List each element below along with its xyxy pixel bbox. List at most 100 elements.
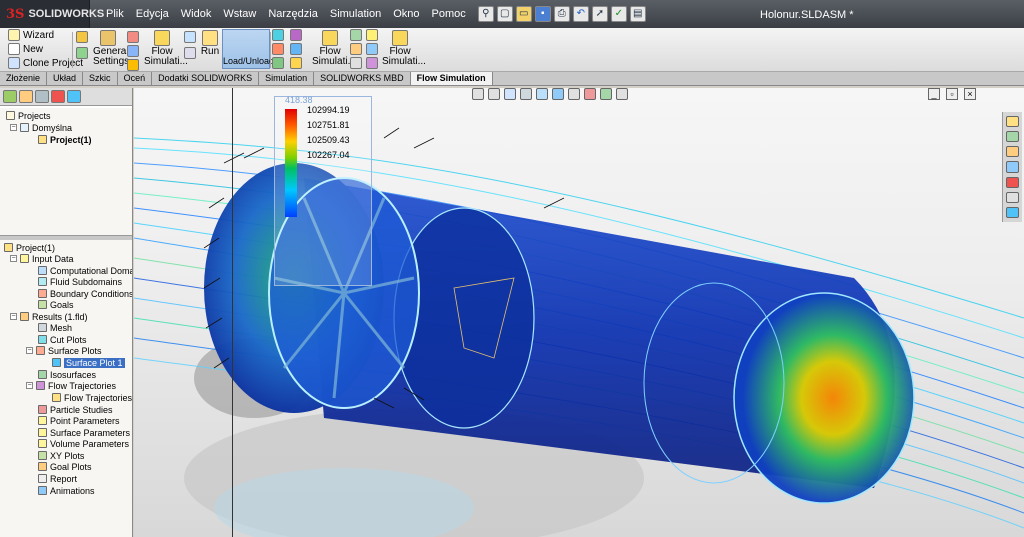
collapse-icon[interactable]: − [26, 347, 33, 354]
menu-help[interactable]: Pomoc [426, 8, 472, 20]
design-library-icon[interactable] [1006, 131, 1019, 143]
tab-sketch[interactable]: Szkic [83, 72, 118, 85]
goal-small-icon[interactable] [127, 59, 139, 71]
flow-simulation-tools-dropdown[interactable]: Flow Simulati... [382, 30, 426, 67]
projects-root[interactable]: Projects [6, 110, 51, 121]
load-unload-button[interactable]: Load/Unload [222, 29, 274, 69]
run-button[interactable]: Run [200, 30, 220, 57]
scene-icon[interactable] [600, 88, 612, 100]
tree-surface-plot-1[interactable]: Surface Plot 1 [52, 357, 125, 368]
menu-window[interactable]: Okno [387, 8, 425, 20]
solidworks-logo[interactable]: 3S SOLIDWORKS [0, 0, 104, 28]
graphics-viewport[interactable]: 418.38 102994.19 102751.81 102509.43 102… [134, 88, 1024, 537]
tree-report[interactable]: Report [38, 473, 77, 484]
animation-icon[interactable] [366, 43, 378, 55]
display-icon[interactable] [366, 57, 378, 69]
hide-show-icon[interactable] [568, 88, 580, 100]
tree-isosurfaces[interactable]: Isosurfaces [38, 369, 96, 380]
pin-icon[interactable]: ⚲ [477, 6, 494, 22]
tree-flow-trajectories[interactable]: − Flow Trajectories [26, 380, 116, 391]
property-manager-icon[interactable] [19, 90, 33, 103]
flow-simulation-results-dropdown[interactable]: Flow Simulati... [312, 30, 356, 67]
mesh-small-icon[interactable] [184, 31, 196, 43]
configuration-icon[interactable] [35, 90, 49, 103]
options-icon[interactable]: ▤ [629, 6, 646, 22]
edit-appearance-icon[interactable] [584, 88, 596, 100]
lightbulb-icon[interactable] [366, 29, 378, 41]
undo-icon[interactable]: ↶ [572, 6, 589, 22]
tree-results[interactable]: − Results (1.fld) [10, 311, 88, 322]
tree-input-data[interactable]: − Input Data [10, 253, 74, 264]
tab-simulation[interactable]: Simulation [259, 72, 315, 85]
tree-flow-trajectories-1[interactable]: Flow Trajectories 1 [52, 392, 132, 403]
fan-small-icon[interactable] [127, 45, 139, 57]
tree-goal-plots[interactable]: Goal Plots [38, 461, 92, 472]
iso-icon[interactable] [272, 57, 284, 69]
flow-analysis-tree-icon[interactable] [67, 90, 81, 103]
flow-simulation-dropdown[interactable]: Flow Simulati... [144, 30, 188, 67]
appearances-icon[interactable] [1006, 176, 1019, 188]
tab-assembly[interactable]: Złożenie [0, 72, 48, 85]
trajectory-icon[interactable] [290, 29, 302, 41]
tab-addins[interactable]: Dodatki SOLIDWORKS [152, 72, 260, 85]
view-orientation-icon[interactable] [536, 88, 548, 100]
save-icon[interactable]: ▪ [534, 6, 551, 22]
tree-point-parameters[interactable]: Point Parameters [38, 415, 120, 426]
tree-goals[interactable]: Goals [38, 299, 74, 310]
restore-icon[interactable]: ▫ [946, 88, 958, 100]
menu-file[interactable]: Plik [100, 8, 130, 20]
settings-small-icon[interactable] [76, 31, 88, 43]
feature-tree-icon[interactable] [3, 90, 17, 103]
previous-view-icon[interactable] [504, 88, 516, 100]
tree-boundary-conditions[interactable]: Boundary Conditions [38, 288, 132, 299]
zoom-area-icon[interactable] [488, 88, 500, 100]
point-param-icon[interactable] [290, 57, 302, 69]
collapse-icon[interactable]: − [10, 255, 17, 262]
tree-computational-domain[interactable]: Computational Domain [38, 265, 132, 276]
custom-properties-icon[interactable] [1006, 191, 1019, 203]
goals-small-icon[interactable] [76, 47, 88, 59]
select-arrow-icon[interactable]: ➚ [591, 6, 608, 22]
print-icon[interactable]: ⎙ [553, 6, 570, 22]
new-project-button[interactable]: New [8, 43, 43, 55]
minimize-icon[interactable]: _ [928, 88, 940, 100]
resources-icon[interactable] [1006, 116, 1019, 128]
project-node[interactable]: Project(1) [38, 134, 92, 145]
tab-flow-simulation[interactable]: Flow Simulation [410, 72, 493, 85]
general-settings-button[interactable]: General Settings [93, 30, 129, 67]
rebuild-icon[interactable]: ✓ [610, 6, 627, 22]
tree-mesh[interactable]: Mesh [38, 322, 72, 333]
goal-plot-icon[interactable] [350, 43, 362, 55]
tree-surface-plots[interactable]: − Surface Plots [26, 345, 102, 356]
close-icon[interactable]: × [964, 88, 976, 100]
tree-animations[interactable]: Animations [38, 485, 95, 496]
menu-simulation[interactable]: Simulation [324, 8, 387, 20]
tab-layout[interactable]: Układ [47, 72, 84, 85]
calc-small-icon[interactable] [184, 47, 196, 59]
file-explorer-icon[interactable] [1006, 146, 1019, 158]
new-document-icon[interactable]: ▢ [496, 6, 513, 22]
collapse-icon[interactable]: − [10, 124, 17, 131]
tab-evaluate[interactable]: Oceń [118, 72, 153, 85]
tab-mbd[interactable]: SOLIDWORKS MBD [314, 72, 411, 85]
view-settings-icon[interactable] [616, 88, 628, 100]
menu-tools[interactable]: Narzędzia [262, 8, 324, 20]
cut-plot-icon[interactable] [272, 29, 284, 41]
analysis-root[interactable]: Project(1) [4, 242, 55, 253]
collapse-icon[interactable]: − [26, 382, 33, 389]
menu-view[interactable]: Widok [175, 8, 218, 20]
tree-xy-plots[interactable]: XY Plots [38, 450, 84, 461]
color-legend[interactable]: 418.38 102994.19 102751.81 102509.43 102… [274, 95, 372, 286]
tree-cut-plots[interactable]: Cut Plots [38, 334, 87, 345]
xy-plot-icon[interactable] [350, 29, 362, 41]
surface-plot-icon[interactable] [272, 43, 284, 55]
flow-simulation-pane-icon[interactable] [1006, 206, 1019, 218]
config-node[interactable]: − Domyślna [10, 122, 72, 133]
tree-surface-parameters[interactable]: Surface Parameters [38, 427, 130, 438]
open-folder-icon[interactable]: ▭ [515, 6, 532, 22]
view-palette-icon[interactable] [1006, 161, 1019, 173]
display-style-icon[interactable] [552, 88, 564, 100]
menu-insert[interactable]: Wstaw [217, 8, 262, 20]
tree-particle-studies[interactable]: Particle Studies [38, 404, 113, 415]
boundary-small-icon[interactable] [127, 31, 139, 43]
